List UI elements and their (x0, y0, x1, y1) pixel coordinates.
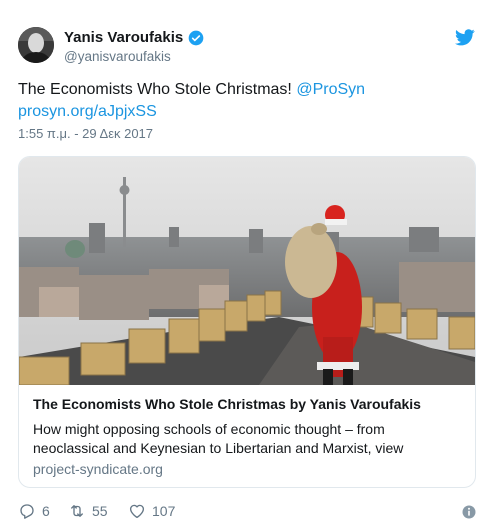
link-preview-card[interactable]: The Economists Who Stole Christmas by Ya… (18, 156, 476, 488)
card-image-berlin-santa (19, 157, 475, 385)
reply-count: 6 (42, 503, 50, 519)
tweet-timestamp[interactable]: 1:55 π.μ. - 29 Δεκ 2017 (18, 126, 153, 141)
avatar[interactable] (18, 27, 54, 63)
verified-badge-icon (188, 30, 204, 45)
tweet-embed: Yanis Varoufakis @yanisvaroufakis The Ec… (0, 0, 502, 527)
author-name-text[interactable]: Yanis Varoufakis (64, 29, 183, 46)
card-description: How might opposing schools of economic t… (33, 421, 404, 456)
like-count: 107 (152, 503, 176, 519)
retweet-icon (71, 505, 83, 517)
author-handle[interactable]: @yanisvaroufakis (64, 49, 171, 64)
tweet-text: The Economists Who Stole Christmas! @Pro… (18, 79, 478, 123)
info-icon[interactable] (462, 505, 476, 519)
mention-link[interactable]: @ProSyn (296, 81, 365, 98)
retweet-count: 55 (92, 503, 108, 519)
reply-button[interactable]: 6 (18, 502, 50, 520)
card-title[interactable]: The Economists Who Stole Christmas by Ya… (33, 396, 421, 412)
tweet-body: The Economists Who Stole Christmas! (18, 81, 292, 98)
twitter-bird-icon[interactable] (455, 29, 475, 46)
reply-icon (20, 504, 34, 519)
tweet-actions: 6 55 107 (18, 502, 478, 524)
like-icon (129, 504, 145, 519)
like-button[interactable]: 107 (128, 502, 175, 520)
tweet-url-link[interactable]: prosyn.org/aJpjxSS (18, 103, 157, 120)
avatar-photo (18, 27, 54, 63)
card-domain: project-syndicate.org (33, 461, 163, 477)
author-name[interactable]: Yanis Varoufakis (64, 29, 204, 46)
retweet-button[interactable]: 55 (68, 502, 108, 520)
